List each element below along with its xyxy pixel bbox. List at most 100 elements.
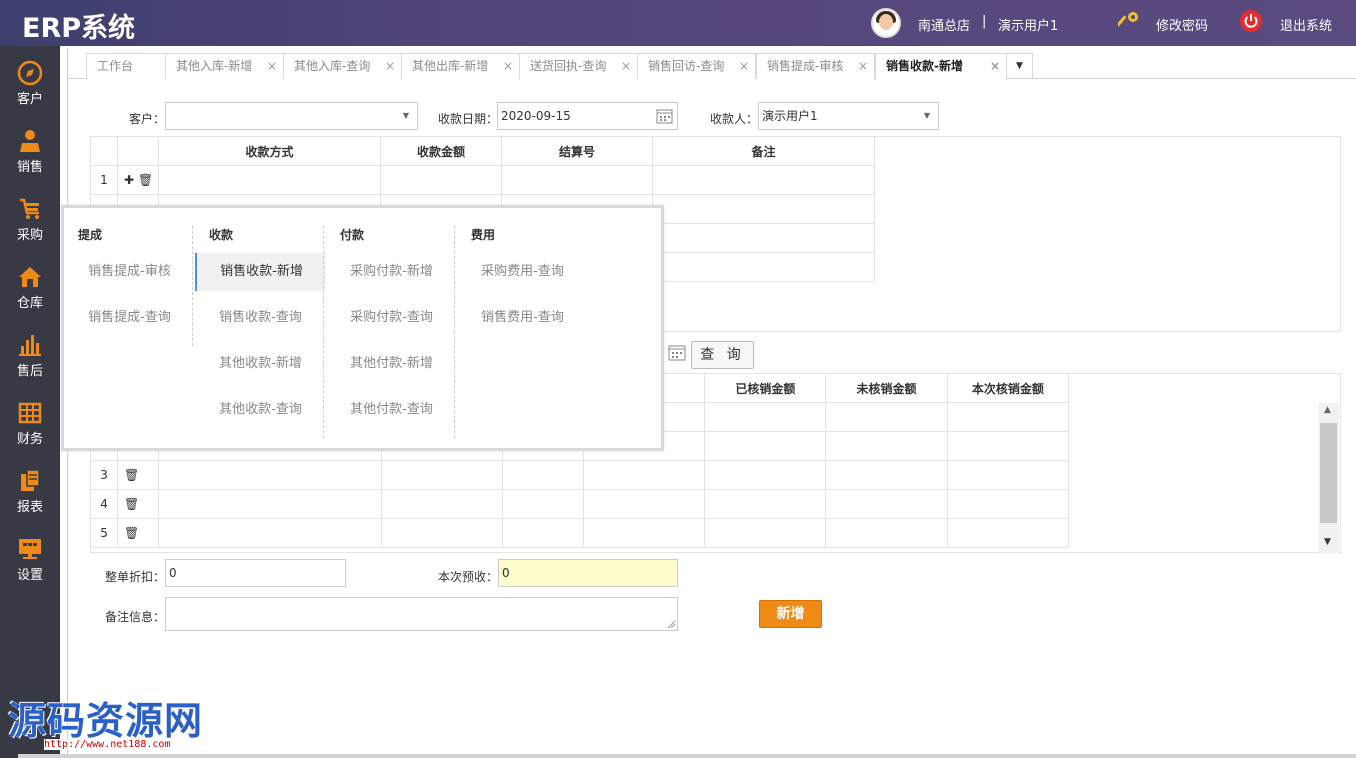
house-icon	[19, 267, 41, 287]
tab-label: 其他入库-查询	[294, 59, 371, 73]
menu-item[interactable]: 销售收款-查询	[195, 299, 326, 337]
menu-column-title: 费用	[471, 228, 496, 242]
customer-select[interactable]: ▼	[165, 102, 418, 130]
menu-divider	[192, 226, 193, 346]
menu-item[interactable]: 采购付款-新增	[326, 253, 457, 291]
tab-close-icon[interactable]: ×	[739, 54, 749, 79]
tab-delivery-receipt-query[interactable]: 送货回执-查询 ×	[519, 53, 638, 79]
scroll-down-icon[interactable]: ▼	[1324, 537, 1331, 547]
menu-item[interactable]: 采购付款-查询	[326, 299, 457, 337]
remark-textarea[interactable]	[165, 597, 678, 631]
menu-item[interactable]: 销售费用-查询	[457, 299, 588, 337]
add-button[interactable]: 新增	[759, 600, 822, 628]
tab-label: 其他出库-新增	[412, 59, 489, 73]
tab-label: 销售收款-新增	[886, 59, 963, 73]
logout-link[interactable]: 退出系统	[1280, 15, 1332, 34]
column-header: 未核销金额	[825, 373, 948, 403]
trash-icon[interactable]: 🗑	[117, 489, 160, 519]
tab-sales-receipt-add[interactable]: 销售收款-新增 ×	[875, 53, 1007, 80]
scroll-thumb[interactable]	[1320, 423, 1337, 523]
scroll-up-icon[interactable]: ▲	[1324, 405, 1331, 415]
tab-other-inbound-query[interactable]: 其他入库-查询 ×	[283, 53, 402, 79]
table-row: 5 🗑	[89, 518, 1070, 548]
calendar-icon[interactable]	[656, 108, 673, 124]
menu-item[interactable]: 其他付款-新增	[326, 345, 457, 383]
tab-sales-commission-review[interactable]: 销售提成-审核 ×	[756, 53, 875, 79]
sidebar-label: 销售	[16, 160, 43, 175]
discount-input[interactable]: 0	[165, 559, 346, 587]
tab-label: 工作台	[97, 59, 134, 73]
tab-close-icon[interactable]: ×	[385, 54, 395, 79]
key-icon[interactable]	[1118, 11, 1140, 33]
menu-item[interactable]: 其他收款-查询	[195, 391, 326, 429]
watermark-url: http://www.net188.com	[44, 739, 171, 750]
rownum-header	[90, 136, 118, 166]
menu-column-payment: 付款 采购付款-新增 采购付款-查询 其他付款-新增 其他付款-查询	[326, 208, 457, 448]
row-number: 3	[89, 460, 119, 490]
vertical-scrollbar[interactable]: ▲ ▼	[1319, 403, 1339, 553]
menu-item[interactable]: 其他收款-新增	[195, 345, 326, 383]
bar-chart-icon	[19, 335, 41, 356]
menu-column-title: 收款	[209, 228, 234, 242]
menu-item[interactable]: 其他付款-查询	[326, 391, 457, 429]
table-cell[interactable]	[158, 165, 381, 195]
trash-icon[interactable]: 🗑	[117, 460, 160, 490]
resize-handle-icon[interactable]	[666, 619, 676, 629]
sidebar-item-sales[interactable]: 销售	[0, 120, 60, 180]
tab-workbench[interactable]: 工作台	[86, 53, 166, 79]
menu-item[interactable]: 采购费用-查询	[457, 253, 588, 291]
table-cell[interactable]	[380, 165, 502, 195]
payee-label: 收款人：	[710, 112, 759, 126]
table-row: 4 🗑	[89, 489, 1070, 519]
date-input[interactable]: 2020-09-15	[497, 102, 678, 130]
change-password-link[interactable]: 修改密码	[1156, 15, 1208, 34]
power-icon[interactable]	[1240, 10, 1262, 32]
sidebar-item-finance[interactable]: 财务	[0, 392, 60, 452]
sidebar-item-after-sales[interactable]: 售后	[0, 324, 60, 384]
table-cell[interactable]	[652, 165, 875, 195]
prepay-input[interactable]: 0	[498, 559, 678, 587]
compass-icon	[17, 60, 43, 86]
tab-label: 其他入库-新增	[176, 59, 253, 73]
tab-more-dropdown[interactable]: ▼	[1006, 53, 1033, 79]
bottom-scrollbar[interactable]	[18, 754, 1356, 758]
sidebar-label: 设置	[16, 568, 43, 583]
table-cell[interactable]	[501, 165, 653, 195]
menu-divider	[323, 226, 324, 438]
sidebar-item-purchase[interactable]: 采购	[0, 188, 60, 248]
tab-close-icon[interactable]: ×	[267, 54, 277, 79]
sidebar-item-settings[interactable]: 设置	[0, 528, 60, 588]
ledger-icon	[18, 402, 42, 424]
date-label: 收款日期：	[438, 112, 499, 126]
menu-item[interactable]: 销售收款-新增	[195, 253, 326, 291]
tab-close-icon[interactable]: ×	[858, 54, 868, 79]
tab-other-inbound-add[interactable]: 其他入库-新增 ×	[165, 53, 284, 79]
sidebar-label: 报表	[16, 500, 43, 515]
query-button[interactable]: 查 询	[691, 341, 754, 369]
sidebar-item-reports[interactable]: 报表	[0, 460, 60, 520]
payee-select[interactable]: 演示用户1 ▼	[758, 102, 939, 130]
sidebar-label: 财务	[16, 432, 43, 447]
menu-item[interactable]: 销售提成-查询	[64, 299, 195, 337]
monitor-icon	[19, 539, 41, 559]
trash-icon[interactable]: 🗑	[117, 518, 160, 548]
sidebar-label: 售后	[16, 364, 43, 379]
calendar-icon[interactable]	[668, 344, 686, 361]
tab-sales-visit-query[interactable]: 销售回访-查询 ×	[637, 53, 756, 79]
plus-icon[interactable]: ✚	[124, 173, 134, 187]
tab-close-icon[interactable]: ×	[621, 54, 631, 79]
tab-other-outbound-add[interactable]: 其他出库-新增 ×	[401, 53, 520, 79]
tab-close-icon[interactable]: ×	[503, 54, 513, 79]
avatar-face	[879, 14, 893, 30]
watermark-logo: 源码资源网	[8, 699, 204, 743]
trash-icon[interactable]: 🗑	[138, 173, 153, 187]
menu-divider	[454, 226, 455, 438]
menu-column-title: 付款	[340, 228, 365, 242]
sidebar-item-customer[interactable]: 客户	[0, 52, 60, 112]
menu-item[interactable]: 销售提成-审核	[64, 253, 195, 291]
column-header: 已核销金额	[704, 373, 827, 403]
sidebar-item-warehouse[interactable]: 仓库	[0, 256, 60, 316]
chevron-down-icon: ▼	[923, 111, 930, 120]
tab-label: 销售提成-审核	[767, 59, 844, 73]
tab-close-icon[interactable]: ×	[990, 54, 1000, 79]
